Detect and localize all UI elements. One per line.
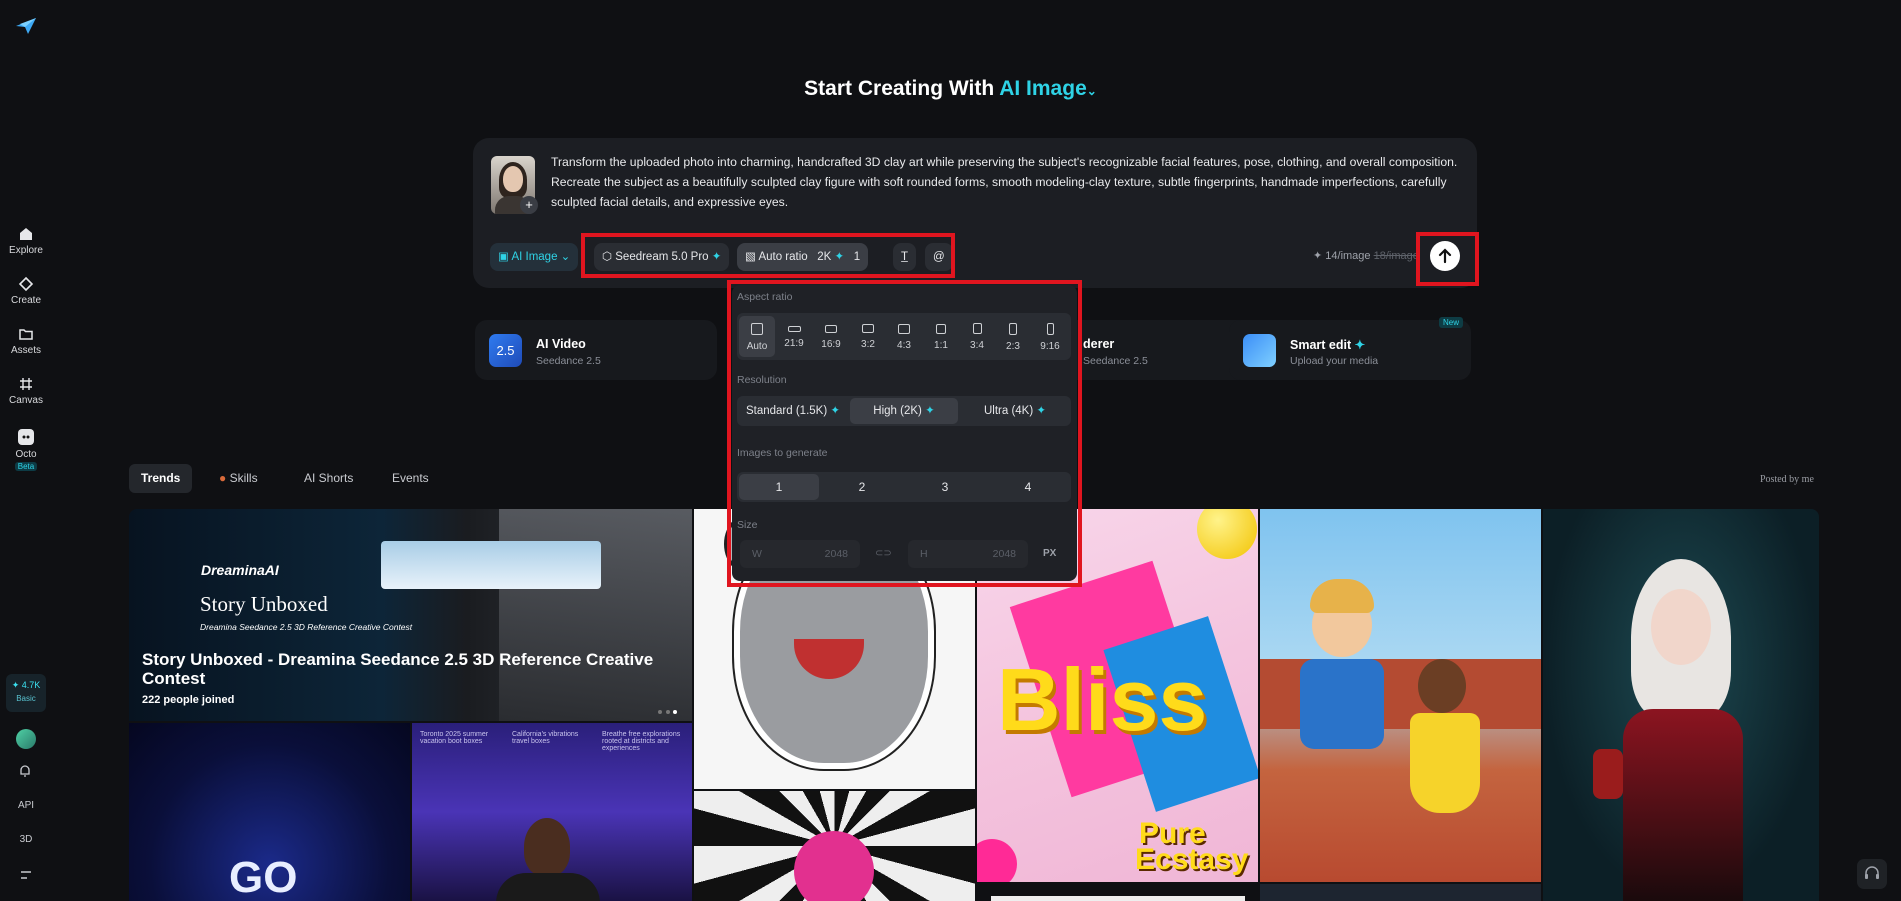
girl-dress [1410,713,1480,813]
feature-subtitle: Seedance 2.5 [536,355,601,367]
tab-skills[interactable]: ● Skills [207,464,270,493]
gallery-tile-partial[interactable] [1260,884,1541,901]
tab-ai-shorts[interactable]: AI Shorts [292,464,365,493]
3d-link[interactable]: 3D [0,834,52,845]
contest-banner[interactable]: DreaminaAI Story Unboxed Dreamina Seedan… [129,509,692,721]
image-icon: ▣ [498,251,509,263]
person-shoulders [496,873,600,901]
tab-events[interactable]: Events [380,464,441,493]
highlight-box-submit [1416,232,1479,286]
bliss-text: Bliss [997,650,1208,749]
banner-headline: Story Unboxed [200,592,328,616]
banner-subline: Dreamina Seedance 2.5 3D Reference Creat… [200,622,413,632]
avatar[interactable] [16,729,36,749]
gallery-tile-portrait[interactable]: Toronto 2025 summer vacation boot boxes … [412,723,692,901]
mode-dropdown[interactable]: ▣ AI Image ⌄ [490,243,579,271]
feature-card-smart-edit[interactable]: Smart edit ✦ Upload your media New [1229,317,1471,380]
person-figure [524,818,570,876]
mode-dropdown-label: AI Image [511,251,558,263]
chevron-down-icon: ⌄ [560,251,571,263]
participants-count: 222 people joined [142,694,235,706]
headline-prefix: Start Creating With [804,77,995,100]
folder-icon [0,326,52,342]
diamond-icon [0,276,52,292]
boy-shirt [1300,659,1384,749]
tile-caption: Toronto 2025 summer vacation boot boxes [420,731,489,745]
feature-card-ai-video[interactable]: 2.5 AI Video Seedance 2.5 [475,320,717,380]
go-text: GO [229,853,298,901]
pink-ball [977,839,1017,882]
carousel-dots[interactable] [658,702,678,717]
support-button[interactable] [1857,859,1887,889]
bell-icon[interactable] [18,764,32,781]
feature-title: Smart edit ✦ [1290,338,1366,352]
highlight-box-toolbar [581,233,955,278]
feature-subtitle: Seedance 2.5 [1083,355,1148,367]
spark-icon: ✦ [1313,250,1323,262]
canvas-icon [0,376,52,392]
chevron-down-icon: ⌄ [1086,84,1097,98]
sidebar-item-assets[interactable]: Assets [0,326,52,356]
spark-icon: ✦ [1354,338,1366,352]
sidebar-item-label: Create [10,295,41,306]
sidebar-item-label: Octo [15,449,37,460]
highlight-box-popover [727,280,1082,587]
home-icon [0,226,52,242]
menu-icon[interactable] [20,868,32,883]
sidebar-item-label: Assets [10,345,41,356]
spark-icon: ✦ [11,680,20,690]
sidebar-item-canvas[interactable]: Canvas [0,376,52,406]
headset-icon [1865,866,1879,879]
prompt-input[interactable]: Transform the uploaded photo into charmi… [551,152,1463,212]
sidebar-item-explore[interactable]: Explore [0,226,52,256]
mode-label: AI Image [999,77,1087,100]
video-icon: 2.5 [489,334,522,367]
sidebar-item-octo[interactable]: Octo Beta [0,428,52,472]
feature-subtitle: Upload your media [1290,355,1379,367]
tab-trends[interactable]: Trends [129,464,193,493]
logo-icon[interactable] [14,16,38,39]
plan-tier: Basic [16,694,36,703]
mandala-center [794,831,874,901]
ecstasy-text: Ecstasy [1135,843,1249,876]
tile-caption: California's vibrations travel boxes [512,731,579,745]
potion-bottle [1593,749,1623,799]
page-title: Start Creating With AI Image⌄ [0,77,1901,101]
price-info: ✦ 14/image 18/image [1313,249,1419,262]
feather-icon [1243,334,1276,367]
price-value: 14/image [1325,250,1371,262]
add-reference-icon[interactable]: + [520,196,538,214]
octo-icon [0,428,52,446]
yellow-ball [1197,509,1257,559]
gallery-tile-elf[interactable] [1543,509,1819,901]
sidebar: Explore Create Assets Canvas Octo Beta ✦… [0,0,52,901]
boy-hair [1310,579,1374,613]
banner-screen [381,541,601,589]
credits-badge[interactable]: ✦ 4.7K Basic [6,674,46,712]
tile-caption: Breathe free explorations rooted at dist… [602,731,681,752]
banner-title: Story Unboxed - Dreamina Seedance 2.5 3D… [142,650,654,688]
banner-brand: DreaminaAI [201,562,279,578]
feature-title: derer [1083,337,1115,351]
elf-dress [1623,709,1743,901]
gallery-tile-kids[interactable] [1260,509,1541,882]
sidebar-item-label: Canvas [9,395,43,406]
sidebar-item-label: Explore [9,245,43,256]
gallery-tile-go[interactable]: GO [129,723,410,901]
credits-amount: 4.7K [21,680,41,690]
skills-icon: ● [219,471,227,485]
sidebar-item-create[interactable]: Create [0,276,52,306]
gallery-tile-mandala[interactable] [694,791,975,901]
tab-label: Skills [229,471,258,485]
feature-title: AI Video [536,337,586,351]
mode-selector[interactable]: AI Image⌄ [999,77,1097,100]
posted-by-filter[interactable]: Posted by me [1760,474,1814,485]
beta-badge: Beta [14,462,38,471]
api-link[interactable]: API [0,800,52,811]
girl-head [1418,659,1466,713]
elf-face [1651,589,1711,665]
new-badge: New [1438,317,1463,328]
gallery-tile-partial[interactable] [977,884,1258,901]
old-price-value: 18/image [1373,250,1419,262]
